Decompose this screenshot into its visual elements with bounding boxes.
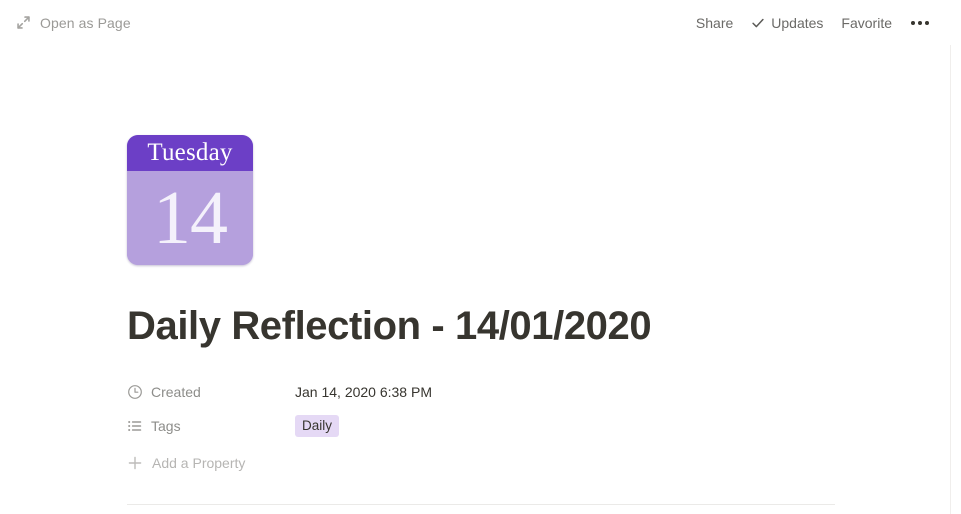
open-as-page-label: Open as Page xyxy=(40,14,131,31)
top-bar: Open as Page Share Updates Favorite xyxy=(0,0,951,45)
clock-icon xyxy=(127,384,143,400)
property-key-tags[interactable]: Tags xyxy=(121,415,287,437)
expand-diagonal-icon xyxy=(16,15,31,30)
property-key-label-created: Created xyxy=(151,384,201,400)
calendar-icon-weekday: Tuesday xyxy=(127,135,253,171)
add-property-label: Add a Property xyxy=(152,455,246,471)
right-gutter xyxy=(951,0,961,514)
share-label: Share xyxy=(695,14,734,31)
share-button[interactable]: Share xyxy=(687,11,742,35)
calendar-icon: Tuesday 14 xyxy=(127,135,253,265)
page-title[interactable]: Daily Reflection - 14/01/2020 xyxy=(127,303,951,349)
page-peek-panel: Open as Page Share Updates Favorite Tues… xyxy=(0,0,951,514)
tag-badge-daily[interactable]: Daily xyxy=(295,415,340,437)
top-bar-actions: Share Updates Favorite xyxy=(687,11,937,35)
check-icon xyxy=(751,16,765,30)
ellipsis-icon-dot xyxy=(918,20,922,25)
page-content: Tuesday 14 Daily Reflection - 14/01/2020… xyxy=(0,45,951,479)
page-icon-button[interactable]: Tuesday 14 xyxy=(127,135,253,265)
property-key-label-tags: Tags xyxy=(151,418,181,434)
favorite-button[interactable]: Favorite xyxy=(832,11,901,35)
content-divider xyxy=(127,504,835,505)
updates-label: Updates xyxy=(771,14,824,31)
list-icon xyxy=(127,418,143,434)
calendar-icon-day: 14 xyxy=(127,171,253,265)
ellipsis-icon-dot xyxy=(925,20,929,25)
add-property-button[interactable]: Add a Property xyxy=(121,447,291,479)
property-key-created[interactable]: Created xyxy=(121,381,287,403)
updates-button[interactable]: Updates xyxy=(742,11,832,35)
open-as-page-button[interactable]: Open as Page xyxy=(16,15,131,31)
ellipsis-icon-dot xyxy=(911,20,915,25)
property-value-created[interactable]: Jan 14, 2020 6:38 PM xyxy=(287,380,467,404)
property-row-tags[interactable]: Tags Daily xyxy=(127,409,951,443)
property-value-tags[interactable]: Daily xyxy=(287,411,467,441)
plus-icon xyxy=(127,455,143,471)
favorite-label: Favorite xyxy=(841,14,892,31)
page-properties: Created Jan 14, 2020 6:38 PM Tags Daily … xyxy=(127,375,951,479)
more-options-button[interactable] xyxy=(903,15,937,31)
property-row-created[interactable]: Created Jan 14, 2020 6:38 PM xyxy=(127,375,951,409)
